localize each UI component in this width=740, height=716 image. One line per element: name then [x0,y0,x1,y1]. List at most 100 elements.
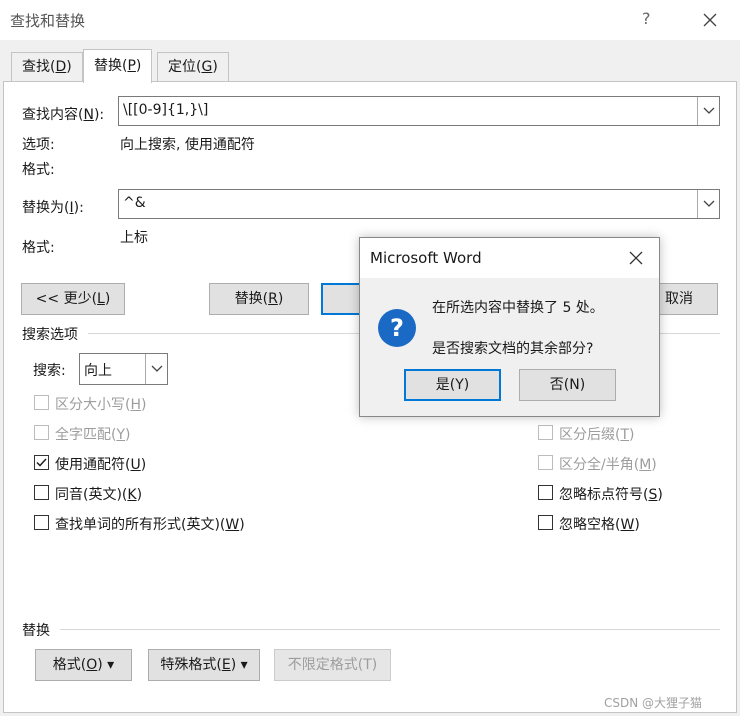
special-button[interactable]: 特殊格式(E) ▾ [148,649,260,681]
match-width-label: 区分全/半角(M) [559,454,657,474]
dialog-no-button[interactable]: 否(N) [519,369,616,401]
dialog-close-icon[interactable] [626,248,646,268]
format-button[interactable]: 格式(O) ▾ [35,649,132,681]
help-button[interactable]: ? [642,9,651,28]
tab-replace[interactable]: 替换(P) [83,49,153,83]
tab-replace-label: 替换( [94,58,128,74]
tab-find[interactable]: 查找(D) [11,52,83,82]
search-options-heading: 搜索选项 [22,327,78,343]
whole-word-key: Y [116,427,126,443]
special-button-tail: ) ▾ [230,657,248,673]
sounds-like-checkbox[interactable] [34,485,49,500]
find-label: 查找内容(N): [22,104,104,124]
ignore-spaces-key: W [620,517,635,533]
chevron-down-icon [703,107,715,114]
dialog-titlebar: Microsoft Word [360,238,659,278]
match-suffix-label: 区分后缀(T) [559,424,635,444]
tab-replace-key: P [127,58,136,74]
match-case-label: 区分大小写(H) [55,394,146,414]
watermark: CSDN @大狸子猫 [604,696,703,710]
replace-button-tail: ) [277,291,284,307]
use-wildcards-tail: ) [140,457,147,473]
search-direction-label: 搜索: [33,363,66,379]
ignore-spaces-checkbox[interactable] [538,515,553,530]
find-label-tail: ): [93,107,105,123]
options-value: 向上搜索, 使用通配符 [120,137,255,153]
replace-section-heading: 替换 [22,623,50,639]
format-button-pre: 格式( [52,657,87,673]
find-input[interactable]: \[[0-9]{1,}\] [118,96,720,126]
ignore-punctuation-checkbox[interactable] [538,485,553,500]
window-titlebar: 查找和替换 ? [0,0,740,40]
match-suffix-key: T [620,427,630,443]
whole-word-pre: 全字匹配( [55,427,117,443]
format-button-tail: ) ▾ [97,657,115,673]
match-suffix-pre: 区分后缀( [559,427,621,443]
question-icon: ? [378,309,416,347]
replace-format-value: 上标 [120,230,148,246]
tab-find-label: 查找( [22,59,56,75]
all-word-forms-pre: 查找单词的所有形式(英文)( [55,517,226,533]
dialog-message-line2: 是否搜索文档的其余部分? [432,341,594,357]
ignore-spaces-tail: ) [634,517,640,533]
less-button-tail: ) [104,291,111,307]
replace-section-divider [60,629,720,630]
replace-dropdown-button[interactable] [697,190,719,218]
format-button-key: O [86,657,98,673]
match-width-pre: 区分全/半角( [559,457,640,473]
tab-goto-label: 定位( [168,59,202,75]
replace-label: 替换为(I): [22,197,84,217]
replace-label-pre: 替换为( [22,200,70,216]
match-case-key: H [130,397,141,413]
find-label-pre: 查找内容( [22,107,84,123]
less-button[interactable]: << 更少(L) [21,283,125,315]
close-icon[interactable] [696,6,724,34]
replace-all-button[interactable] [321,283,363,315]
replace-label-tail: ): [73,200,84,216]
match-width-checkbox[interactable] [538,455,553,470]
dialog-yes-button[interactable]: 是(Y) [404,369,501,401]
checkmark-icon [36,458,47,467]
ignore-punctuation-label: 忽略标点符号(S) [559,484,663,504]
all-word-forms-tail: ) [239,517,245,533]
tab-goto[interactable]: 定位(G) [157,52,229,82]
replace-button-pre: 替换( [234,291,269,307]
all-word-forms-checkbox[interactable] [34,515,49,530]
find-input-value: \[[0-9]{1,}\] [123,102,209,118]
whole-word-checkbox[interactable] [34,425,49,440]
tab-strip: 查找(D) 替换(P) 定位(G) [0,40,740,83]
tab-find-key: D [55,59,67,75]
dialog-title: Microsoft Word [370,249,482,267]
use-wildcards-pre: 使用通配符( [55,457,131,473]
tab-find-tail: ) [66,59,72,75]
replace-input[interactable]: ^& [118,189,720,219]
search-direction-dropdown[interactable] [145,354,167,384]
tab-goto-key: G [201,59,213,75]
find-dropdown-button[interactable] [697,97,719,125]
tab-replace-tail: ) [135,58,142,74]
window-title: 查找和替换 [10,12,86,30]
match-case-pre: 区分大小写( [55,397,131,413]
ignore-spaces-label: 忽略空格(W) [559,514,640,534]
ignore-punctuation-tail: ) [657,487,663,503]
sounds-like-key: K [127,487,137,503]
no-formatting-button[interactable]: 不限定格式(T) [274,649,391,681]
all-word-forms-key: W [225,517,240,533]
match-case-checkbox[interactable] [34,395,49,410]
match-suffix-checkbox[interactable] [538,425,553,440]
sounds-like-label: 同音(英文)(K) [55,484,142,504]
use-wildcards-checkbox[interactable] [34,455,49,470]
confirm-dialog: Microsoft Word ? 在所选内容中替换了 5 处。 是否搜索文档的其… [359,237,660,417]
tab-goto-tail: ) [212,59,218,75]
search-direction-value: 向上 [84,363,112,379]
replace-button[interactable]: 替换(R) [209,283,309,315]
replace-format-label: 格式: [22,240,55,256]
sounds-like-tail: ) [136,487,143,503]
find-format-label: 格式: [22,162,55,178]
special-button-key: E [221,657,231,673]
chevron-down-icon [151,365,163,372]
whole-word-tail: ) [125,427,131,443]
use-wildcards-key: U [130,457,141,473]
search-direction-select[interactable]: 向上 [79,353,168,385]
ignore-spaces-pre: 忽略空格( [559,517,621,533]
